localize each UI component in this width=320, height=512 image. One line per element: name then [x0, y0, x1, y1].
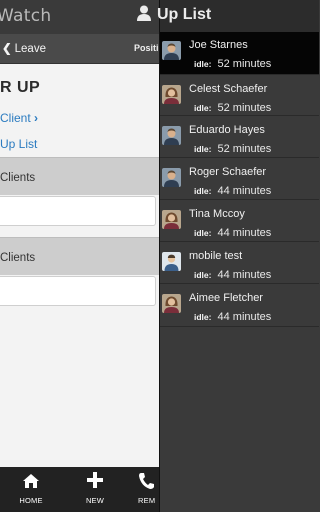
- idle-duration: 44 minutes: [217, 269, 272, 281]
- user-name: Roger Schaefer: [189, 166, 267, 178]
- idle-status: idle: 52 minutes: [194, 54, 271, 72]
- tab-bar: HOME NEW REM: [0, 467, 160, 512]
- male-avatar: [162, 126, 181, 145]
- up-list: Joe Starnes idle: 52 minutes Celest Schaefe…: [160, 32, 319, 327]
- up-list-row[interactable]: Roger Schaefer idle: 44 minutes: [160, 158, 319, 200]
- sub-bar: ❮ Leave Positi: [0, 34, 160, 64]
- background-app: Watch ❮ Leave Positi R UP Client › Up Lis…: [0, 0, 160, 512]
- main-content: R UP Client › Up List Clients Clients: [0, 64, 160, 467]
- idle-key: idle:: [194, 59, 212, 69]
- up-list-row[interactable]: Eduardo Hayes idle: 52 minutes: [160, 116, 319, 158]
- male-avatar: [162, 168, 181, 187]
- up-list-row[interactable]: mobile test idle: 44 minutes: [160, 242, 319, 284]
- idle-duration: 52 minutes: [217, 143, 272, 155]
- idle-key: idle:: [194, 228, 212, 238]
- clients-section-label-2: Clients: [0, 252, 36, 264]
- idle-duration: 52 minutes: [217, 58, 272, 70]
- clients-section-header-2: Clients: [0, 237, 160, 275]
- clients-section-label: Clients: [0, 172, 36, 184]
- idle-key: idle:: [194, 186, 212, 196]
- home-icon: [6, 472, 56, 494]
- chevron-left-icon: ❮: [2, 43, 12, 55]
- idle-key: idle:: [194, 312, 212, 322]
- female-avatar: [162, 294, 181, 313]
- idle-duration: 44 minutes: [217, 185, 272, 197]
- idle-duration: 44 minutes: [217, 227, 272, 239]
- idle-key: idle:: [194, 270, 212, 280]
- idle-duration: 52 minutes: [217, 102, 272, 114]
- idle-status: idle: 52 minutes: [194, 98, 271, 116]
- chevron-right-icon: ›: [34, 111, 39, 125]
- clients-section-header: Clients: [0, 157, 160, 195]
- tab-rem-label: REM: [138, 496, 156, 505]
- idle-status: idle: 44 minutes: [194, 223, 271, 241]
- position-label: Positi: [134, 43, 159, 53]
- clients-section-box-2[interactable]: [0, 276, 156, 306]
- uplist-link[interactable]: Up List: [0, 137, 37, 151]
- user-name: Aimee Fletcher: [189, 292, 263, 304]
- up-list-row[interactable]: Aimee Fletcher idle: 44 minutes: [160, 284, 319, 327]
- user-name: mobile test: [189, 250, 243, 262]
- user-name: Joe Starnes: [189, 39, 248, 51]
- idle-status: idle: 44 minutes: [194, 307, 271, 325]
- up-list-row[interactable]: Joe Starnes idle: 52 minutes: [160, 32, 319, 75]
- clients-section-box[interactable]: [0, 196, 156, 226]
- leave-button[interactable]: ❮ Leave: [2, 41, 46, 55]
- client-link[interactable]: Client ›: [0, 111, 38, 125]
- screen: Watch ❮ Leave Positi R UP Client › Up Lis…: [0, 0, 319, 512]
- placeholder-avatar: [162, 252, 181, 271]
- idle-status: idle: 44 minutes: [194, 265, 271, 283]
- leave-label: Leave: [14, 43, 46, 55]
- idle-status: idle: 44 minutes: [194, 181, 271, 199]
- tab-home-label: HOME: [19, 496, 43, 505]
- section-heading: R UP: [0, 79, 41, 96]
- client-link-label: Client: [0, 111, 31, 125]
- user-name: Celest Schaefer: [189, 83, 268, 95]
- panel-header: Up List: [137, 0, 319, 32]
- phone-icon: [138, 472, 160, 494]
- user-icon: [136, 5, 152, 26]
- up-list-row[interactable]: Celest Schaefer idle: 52 minutes: [160, 75, 319, 116]
- app-title: Watch: [0, 6, 52, 26]
- panel-title: Up List: [137, 5, 212, 26]
- panel-title-text: Up List: [157, 6, 212, 23]
- idle-key: idle:: [194, 103, 212, 113]
- up-list-row[interactable]: Tina Mccoy idle: 44 minutes: [160, 200, 319, 242]
- female-avatar: [162, 210, 181, 229]
- plus-icon: [70, 472, 120, 494]
- tab-new-label: NEW: [85, 496, 105, 505]
- tab-home[interactable]: HOME: [6, 467, 56, 512]
- user-name: Eduardo Hayes: [189, 124, 265, 136]
- tab-new[interactable]: NEW: [70, 467, 120, 512]
- female-avatar: [162, 85, 181, 104]
- row-divider: [160, 326, 319, 327]
- idle-duration: 44 minutes: [217, 311, 272, 323]
- tab-rem[interactable]: REM: [138, 467, 160, 512]
- idle-key: idle:: [194, 144, 212, 154]
- idle-status: idle: 52 minutes: [194, 139, 271, 157]
- male-avatar: [162, 41, 181, 60]
- up-list-panel: Up List Joe Starnes idle: 52 minutes Celest…: [137, 0, 319, 512]
- user-name: Tina Mccoy: [189, 208, 245, 220]
